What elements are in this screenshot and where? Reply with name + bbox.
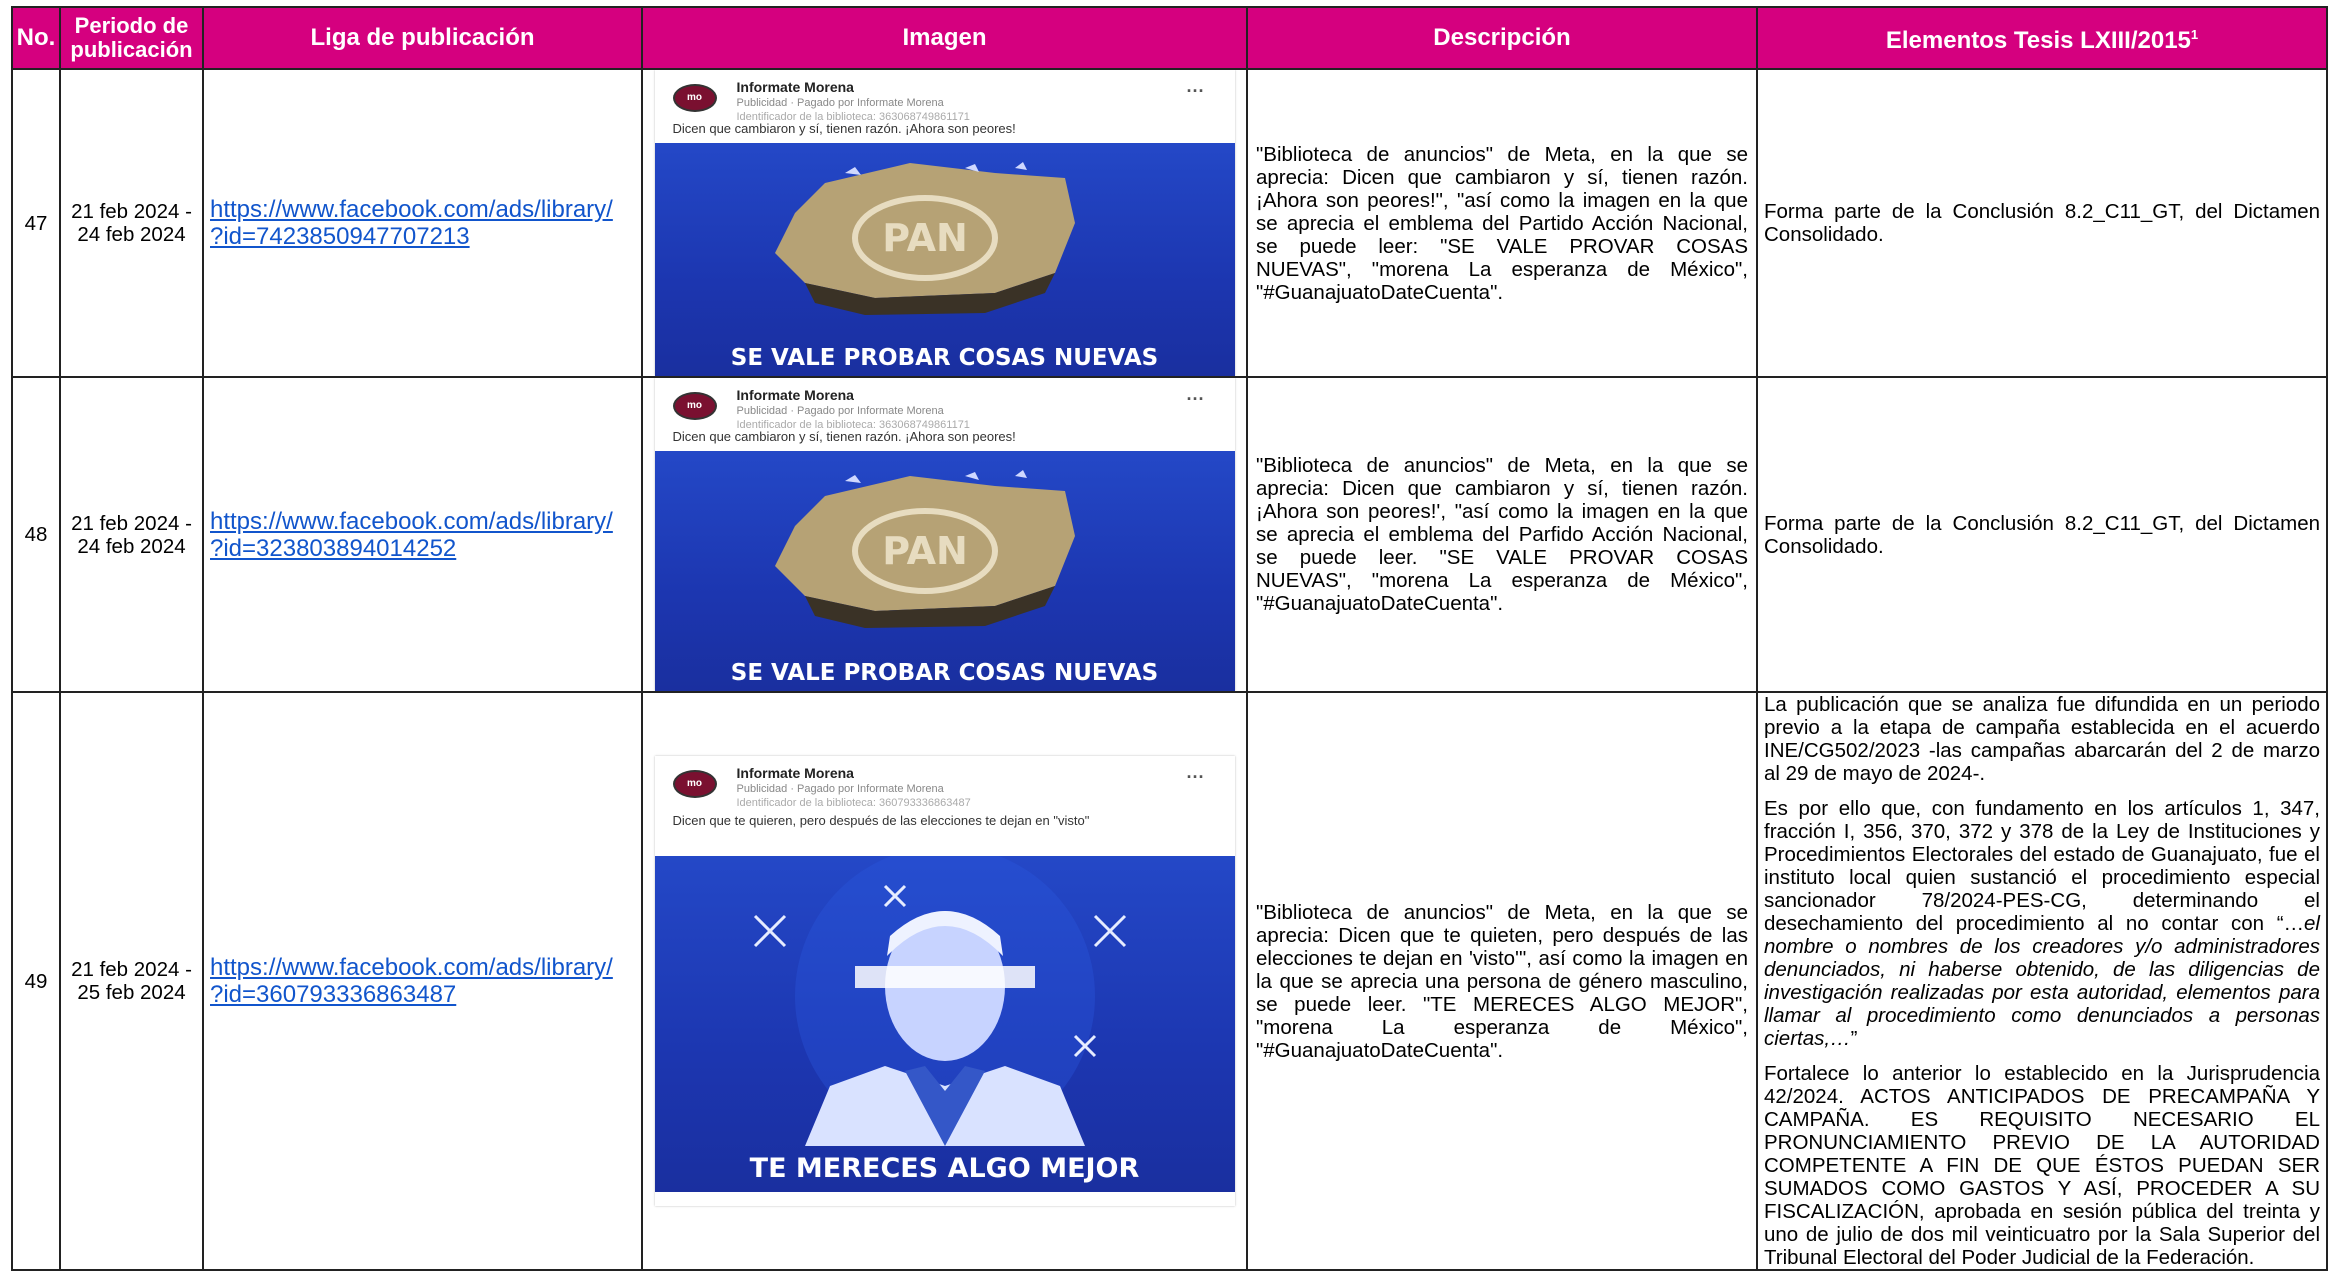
morena-logo-icon: mo [672,770,717,798]
ad-library-id: Identificador de la biblioteca: 36079333… [736,797,971,809]
ad-header: mo Informate Morena Publicidad · Pagado … [655,70,1235,123]
ad-library-id: Identificador de la biblioteca: 36306874… [736,419,970,431]
ad-creative: TE MERECES ALGO MEJOR [654,856,1235,1192]
period-end: 25 feb 2024 [77,981,186,1004]
publication-period: 21 feb 2024 - 24 feb 2024 [59,376,204,693]
header-image: Imagen [641,6,1248,70]
publication-period: 21 feb 2024 - 25 feb 2024 [59,691,204,1271]
period-end: 24 feb 2024 [77,534,186,558]
ad-screenshot: mo Informate Morena Publicidad · Pagado … [654,756,1235,1206]
man-portrait-image [753,856,1126,1146]
pan-emblem-image: PAN [774,470,1075,628]
elements-paragraph-1: La publicación que se analiza fue difund… [1764,693,2320,785]
emblem-text: PAN [882,216,968,260]
publication-link[interactable]: https://www.facebook.com/ads/library/?id… [210,508,613,562]
footnote-marker: 1 [2190,27,2199,42]
table-row: 48 21 feb 2024 - 24 feb 2024 https://www… [11,376,2328,693]
tesis-elements: Forma parte de la Conclusión 8.2_C11_GT,… [1756,68,2328,378]
ad-creative: PAN SE VALE PROBAR COSAS NUEVAS [654,451,1235,691]
morena-logo-icon: mo [672,392,717,420]
publication-period: 21 feb 2024 - 24 feb 2024 [59,68,204,378]
ad-screenshot: mo Informate Morena Publicidad · Pagado … [654,378,1235,691]
table-row: 47 21 feb 2024 - 24 feb 2024 https://www… [11,68,2328,378]
row-number: 48 [11,376,61,693]
publication-link-cell: https://www.facebook.com/ads/library/?id… [202,691,643,1271]
header-description: Descripción [1246,6,1758,70]
ad-slogan: SE VALE PROBAR COSAS NUEVAS [730,345,1159,371]
more-options-icon: ··· [1186,389,1205,409]
ad-slogan: TE MERECES ALGO MEJOR [749,1153,1140,1184]
emblem-text: PAN [882,529,968,573]
period-start: 21 feb 2024 - [71,511,192,535]
description: "Biblioteca de anuncios" de Meta, en la … [1246,68,1758,378]
morena-logo-icon: mo [672,84,717,112]
ad-image-cell: mo Informate Morena Publicidad · Pagado … [641,68,1248,378]
header-elements-label: Elementos Tesis LXIII/2015 [1885,27,2191,54]
more-options-icon: ··· [1186,81,1205,101]
header-no: No. [11,6,61,70]
ad-screenshot: mo Informate Morena Publicidad · Pagado … [654,70,1235,376]
ad-header: mo Informate Morena Publicidad · Pagado … [655,378,1235,431]
publication-link-cell: https://www.facebook.com/ads/library/?id… [202,376,643,693]
table-header-row: No. Periodo de publicación Liga de publi… [11,6,2328,70]
header-period: Periodo de publicación [59,6,204,70]
ad-caption: Dicen que te quieren, pero después de la… [672,813,1090,828]
publication-link-cell: https://www.facebook.com/ads/library/?id… [202,68,643,378]
ad-library-id: Identificador de la biblioteca: 36306874… [736,111,970,123]
tesis-elements: La publicación que se analiza fue difund… [1756,691,2328,1271]
period-start: 21 feb 2024 - [71,200,192,223]
elements-paragraph-2: Es por ello que, con fundamento en los a… [1764,797,2320,1050]
ad-image-cell: mo Informate Morena Publicidad · Pagado … [641,691,1248,1271]
publication-link[interactable]: https://www.facebook.com/ads/library/?id… [210,954,613,1008]
header-elements: Elementos Tesis LXIII/20151 [1756,6,2328,70]
row-number: 49 [11,691,61,1271]
description: "Biblioteca de anuncios" de Meta, en la … [1246,691,1758,1271]
ad-header: mo Informate Morena Publicidad · Pagado … [655,756,1235,812]
tesis-elements: Forma parte de la Conclusión 8.2_C11_GT,… [1756,376,2328,693]
period-end: 24 feb 2024 [77,223,186,246]
table-row: 49 21 feb 2024 - 25 feb 2024 https://www… [11,691,2328,1271]
elements-paragraph-3: Fortalece lo anterior lo establecido en … [1764,1062,2320,1269]
row-number: 47 [11,68,61,378]
description: "Biblioteca de anuncios" de Meta, en la … [1246,376,1758,693]
more-options-icon: ··· [1186,767,1205,787]
ad-creative: PAN SE VALE PROBAR COSAS NUEVAS [654,143,1235,376]
header-link: Liga de publicación [202,6,643,70]
publications-table: No. Periodo de publicación Liga de publi… [11,6,2328,1271]
period-start: 21 feb 2024 - [71,958,192,981]
ad-image-cell: mo Informate Morena Publicidad · Pagado … [641,376,1248,693]
pan-emblem-image: PAN [774,162,1075,315]
ad-slogan: SE VALE PROBAR COSAS NUEVAS [730,660,1159,686]
publication-link[interactable]: https://www.facebook.com/ads/library/?id… [210,196,613,250]
